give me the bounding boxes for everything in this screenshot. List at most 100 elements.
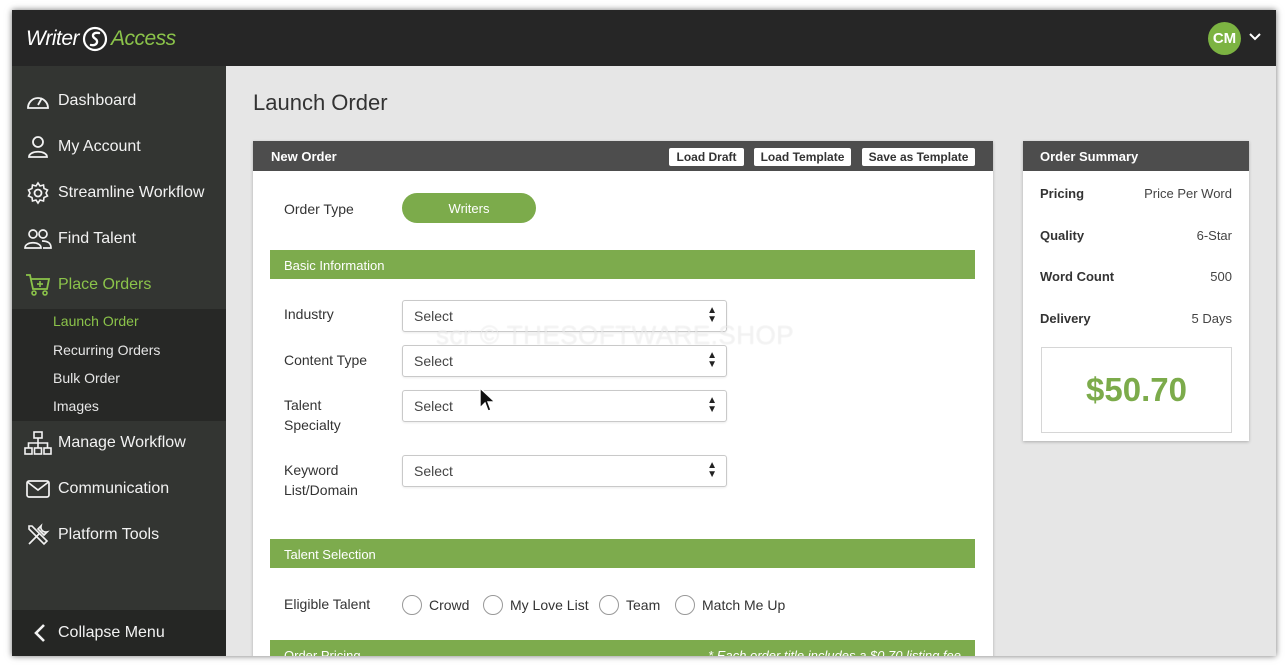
summary-key: Quality bbox=[1040, 228, 1085, 243]
gear-icon bbox=[24, 180, 52, 206]
select-value: Select bbox=[414, 463, 453, 479]
top-bar: Writer Access CM bbox=[12, 10, 1276, 66]
sidebar-item-label: Platform Tools bbox=[58, 526, 160, 543]
app-window: Writer Access CM Dashboard My Account St… bbox=[12, 10, 1276, 656]
logo-text-access: Access bbox=[111, 27, 176, 50]
select-value: Select bbox=[414, 353, 453, 369]
radio-crowd[interactable]: Crowd bbox=[402, 595, 469, 615]
radio-label: Team bbox=[626, 597, 661, 613]
label-line: Specialty bbox=[284, 417, 341, 433]
submenu-item-launch-order[interactable]: Launch Order bbox=[53, 313, 139, 329]
sidebar-item-platform-tools[interactable]: Platform Tools bbox=[12, 513, 226, 557]
summary-title: Order Summary bbox=[1040, 149, 1139, 164]
summary-key: Pricing bbox=[1040, 186, 1085, 201]
summary-value: 500 bbox=[1210, 269, 1232, 284]
select-arrows-icon: ▲ ▼ bbox=[707, 305, 717, 325]
sidebar-item-label: My Account bbox=[58, 138, 141, 155]
radio-label: Crowd bbox=[429, 597, 470, 613]
users-icon bbox=[24, 226, 52, 252]
card-title: New Order bbox=[271, 149, 337, 164]
radio-circle bbox=[675, 595, 695, 615]
sitemap-icon bbox=[24, 430, 52, 456]
logo-text-writer: Writer bbox=[26, 27, 80, 50]
logo-mark-icon bbox=[82, 26, 108, 52]
select-arrows-icon: ▲ ▼ bbox=[707, 395, 717, 415]
radio-label: My Love List bbox=[510, 597, 589, 613]
label-line: List/Domain bbox=[284, 482, 358, 498]
sidebar-item-place-orders[interactable]: Place Orders bbox=[12, 263, 226, 307]
place-orders-submenu: Launch Order Recurring Orders Bulk Order… bbox=[12, 309, 226, 421]
sidebar: Dashboard My Account Streamline Workflow… bbox=[12, 66, 226, 656]
sidebar-item-label: Find Talent bbox=[58, 230, 136, 247]
mouse-cursor-icon bbox=[479, 386, 496, 412]
label-line: Keyword bbox=[284, 462, 339, 478]
writeraccess-logo[interactable]: Writer Access bbox=[26, 25, 176, 53]
order-type-label: Order Type bbox=[284, 201, 354, 217]
order-summary-panel: Order Summary Pricing Price Per Word Qua… bbox=[1023, 141, 1249, 441]
collapse-menu-button[interactable]: Collapse Menu bbox=[12, 610, 226, 656]
select-arrows-icon: ▲ ▼ bbox=[707, 460, 717, 480]
summary-value: Price Per Word bbox=[1144, 186, 1232, 201]
talent-specialty-select[interactable]: Select ▲ ▼ bbox=[402, 390, 727, 422]
sidebar-item-manage-workflow[interactable]: Manage Workflow bbox=[12, 421, 226, 465]
summary-value: 5 Days bbox=[1191, 311, 1232, 326]
sidebar-item-my-account[interactable]: My Account bbox=[12, 125, 226, 169]
industry-select[interactable]: Select ▲ ▼ bbox=[402, 300, 727, 332]
sidebar-item-label: Dashboard bbox=[58, 92, 137, 109]
content-type-select[interactable]: Select ▲ ▼ bbox=[402, 345, 727, 377]
radio-circle bbox=[402, 595, 422, 615]
save-as-template-button[interactable]: Save as Template bbox=[862, 148, 975, 166]
select-value: Select bbox=[414, 308, 453, 324]
collapse-menu-label: Collapse Menu bbox=[58, 624, 165, 641]
sidebar-item-streamline-workflow[interactable]: Streamline Workflow bbox=[12, 171, 226, 215]
gauge-icon bbox=[24, 88, 52, 114]
keyword-list-domain-label: Keyword List/Domain bbox=[284, 460, 358, 500]
basic-information-section: Basic Information bbox=[270, 250, 975, 279]
envelope-icon bbox=[24, 476, 52, 502]
sidebar-item-label: Communication bbox=[58, 480, 170, 497]
summary-key: Delivery bbox=[1040, 311, 1091, 326]
summary-key: Word Count bbox=[1040, 269, 1115, 284]
submenu-item-recurring-orders[interactable]: Recurring Orders bbox=[53, 342, 160, 358]
sidebar-item-label: Streamline Workflow bbox=[58, 184, 205, 201]
user-avatar[interactable]: CM bbox=[1208, 22, 1241, 55]
order-summary-header: Order Summary bbox=[1023, 141, 1249, 171]
sidebar-item-label: Place Orders bbox=[58, 276, 152, 293]
user-icon bbox=[24, 134, 52, 160]
section-title: Talent Selection bbox=[284, 547, 376, 562]
summary-value: 6-Star bbox=[1196, 228, 1232, 243]
radio-label: Match Me Up bbox=[702, 597, 786, 613]
submenu-item-bulk-order[interactable]: Bulk Order bbox=[53, 370, 120, 386]
radio-match-me-up[interactable]: Match Me Up bbox=[675, 595, 785, 615]
label-line: Talent bbox=[284, 397, 322, 413]
section-title: Basic Information bbox=[284, 258, 385, 273]
new-order-header: New Order Load Draft Load Template Save … bbox=[253, 141, 993, 171]
load-template-button[interactable]: Load Template bbox=[754, 148, 851, 166]
keyword-list-domain-select[interactable]: Select ▲ ▼ bbox=[402, 455, 727, 487]
content-type-label: Content Type bbox=[284, 352, 368, 368]
radio-my-love-list[interactable]: My Love List bbox=[483, 595, 589, 615]
select-value: Select bbox=[414, 398, 453, 414]
page-title: Launch Order bbox=[253, 90, 388, 115]
eligible-talent-label: Eligible Talent bbox=[284, 596, 371, 612]
order-type-writers-toggle[interactable]: Writers bbox=[402, 193, 536, 223]
order-pricing-section: Order Pricing * Each order title include… bbox=[270, 640, 975, 656]
sidebar-item-dashboard[interactable]: Dashboard bbox=[12, 79, 226, 123]
new-order-card: New Order Load Draft Load Template Save … bbox=[253, 141, 993, 656]
chevron-left-icon bbox=[26, 624, 54, 642]
radio-circle bbox=[483, 595, 503, 615]
sidebar-item-find-talent[interactable]: Find Talent bbox=[12, 217, 226, 261]
radio-circle bbox=[599, 595, 619, 615]
select-arrows-icon: ▲ ▼ bbox=[707, 350, 717, 370]
submenu-item-images[interactable]: Images bbox=[53, 398, 99, 414]
sidebar-item-communication[interactable]: Communication bbox=[12, 467, 226, 511]
radio-team[interactable]: Team bbox=[599, 595, 660, 615]
talent-specialty-label: Talent Specialty bbox=[284, 395, 341, 435]
order-total-price: $50.70 bbox=[1041, 347, 1232, 433]
industry-label: Industry bbox=[284, 306, 334, 322]
load-draft-button[interactable]: Load Draft bbox=[669, 148, 744, 166]
section-title: Order Pricing bbox=[284, 648, 361, 656]
cart-plus-icon bbox=[24, 272, 52, 298]
chevron-down-icon[interactable] bbox=[1249, 28, 1261, 44]
talent-selection-section: Talent Selection bbox=[270, 539, 975, 568]
